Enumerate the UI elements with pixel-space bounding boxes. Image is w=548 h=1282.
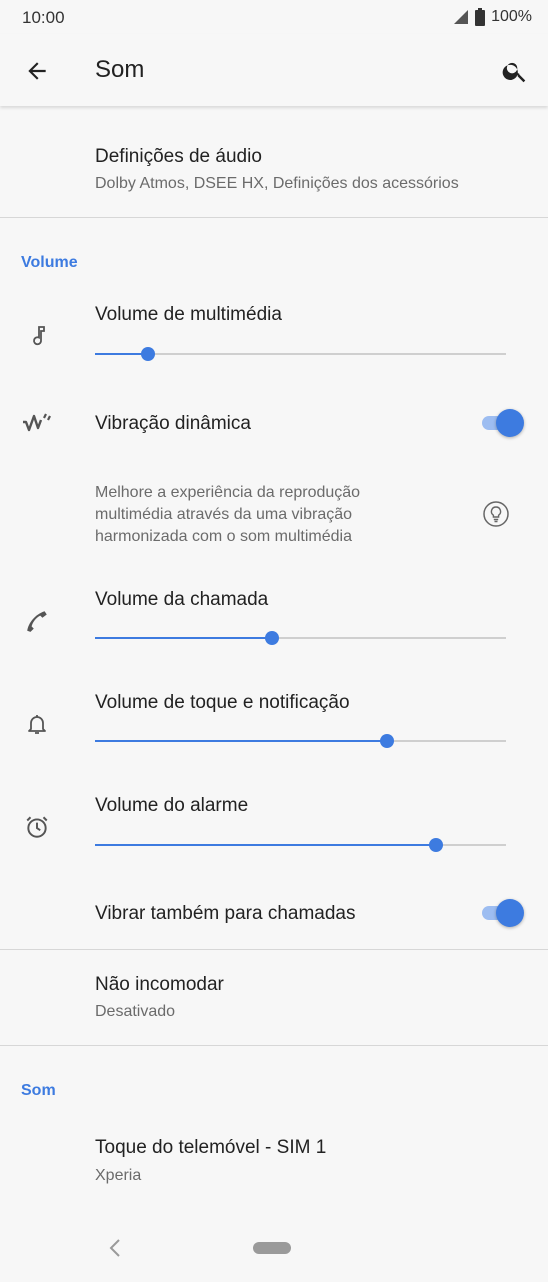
status-indicators: 100% bbox=[453, 8, 532, 26]
divider bbox=[0, 949, 548, 950]
app-bar: Som bbox=[0, 34, 548, 106]
divider bbox=[0, 217, 548, 218]
back-arrow-icon bbox=[28, 62, 46, 80]
ring-volume-label: Volume de toque e notificação bbox=[95, 692, 350, 713]
signal-icon bbox=[454, 10, 469, 24]
divider bbox=[0, 1045, 548, 1046]
media-volume-slider[interactable] bbox=[95, 344, 506, 364]
alarm-volume-label: Volume do alarme bbox=[95, 795, 249, 816]
status-time: 10:00 bbox=[22, 8, 65, 27]
music-note-icon bbox=[22, 321, 52, 351]
volume-section-header: Volume bbox=[21, 254, 78, 271]
dnd-title: Não incomodar bbox=[95, 974, 224, 995]
alarm-volume-slider[interactable] bbox=[95, 835, 506, 855]
vibrate-calls-label: Vibrar também para chamadas bbox=[95, 903, 356, 924]
search-icon bbox=[502, 62, 526, 83]
status-bar: 10:00 100% bbox=[0, 0, 548, 34]
media-volume-label: Volume de multimédia bbox=[95, 304, 282, 325]
sound-section-header: Som bbox=[21, 1082, 56, 1099]
call-volume-slider[interactable] bbox=[95, 628, 506, 648]
audio-settings-subtitle: Dolby Atmos, DSEE HX, Definições dos ace… bbox=[95, 175, 459, 192]
battery-icon bbox=[475, 8, 486, 26]
call-volume-label: Volume da chamada bbox=[95, 589, 269, 610]
back-button[interactable] bbox=[18, 52, 56, 90]
lightbulb-icon[interactable] bbox=[482, 500, 510, 528]
dynamic-vibration-icon bbox=[22, 409, 52, 439]
dynamic-vibration-description: Melhore a experiência da reprodução mult… bbox=[95, 484, 361, 545]
audio-settings-title: Definições de áudio bbox=[95, 146, 262, 167]
dynamic-vibration-toggle[interactable] bbox=[480, 409, 526, 437]
ringtone-subtitle: Xperia bbox=[95, 1167, 142, 1184]
search-button[interactable] bbox=[496, 52, 534, 90]
phone-icon bbox=[22, 606, 52, 636]
page-title: Som bbox=[95, 56, 145, 83]
ring-volume-slider[interactable] bbox=[95, 731, 506, 751]
bell-icon bbox=[22, 709, 52, 739]
nav-back-icon bbox=[109, 1239, 120, 1257]
nav-back-button[interactable] bbox=[104, 1236, 128, 1260]
dnd-subtitle: Desativado bbox=[95, 1003, 176, 1020]
dynamic-vibration-label: Vibração dinâmica bbox=[95, 413, 251, 434]
nav-home-button[interactable] bbox=[253, 1242, 291, 1254]
vibrate-calls-toggle[interactable] bbox=[480, 899, 526, 927]
alarm-clock-icon bbox=[22, 812, 52, 842]
navigation-bar bbox=[0, 1218, 548, 1282]
battery-percent: 100% bbox=[491, 8, 532, 25]
ringtone-title: Toque do telemóvel - SIM 1 bbox=[95, 1137, 327, 1158]
